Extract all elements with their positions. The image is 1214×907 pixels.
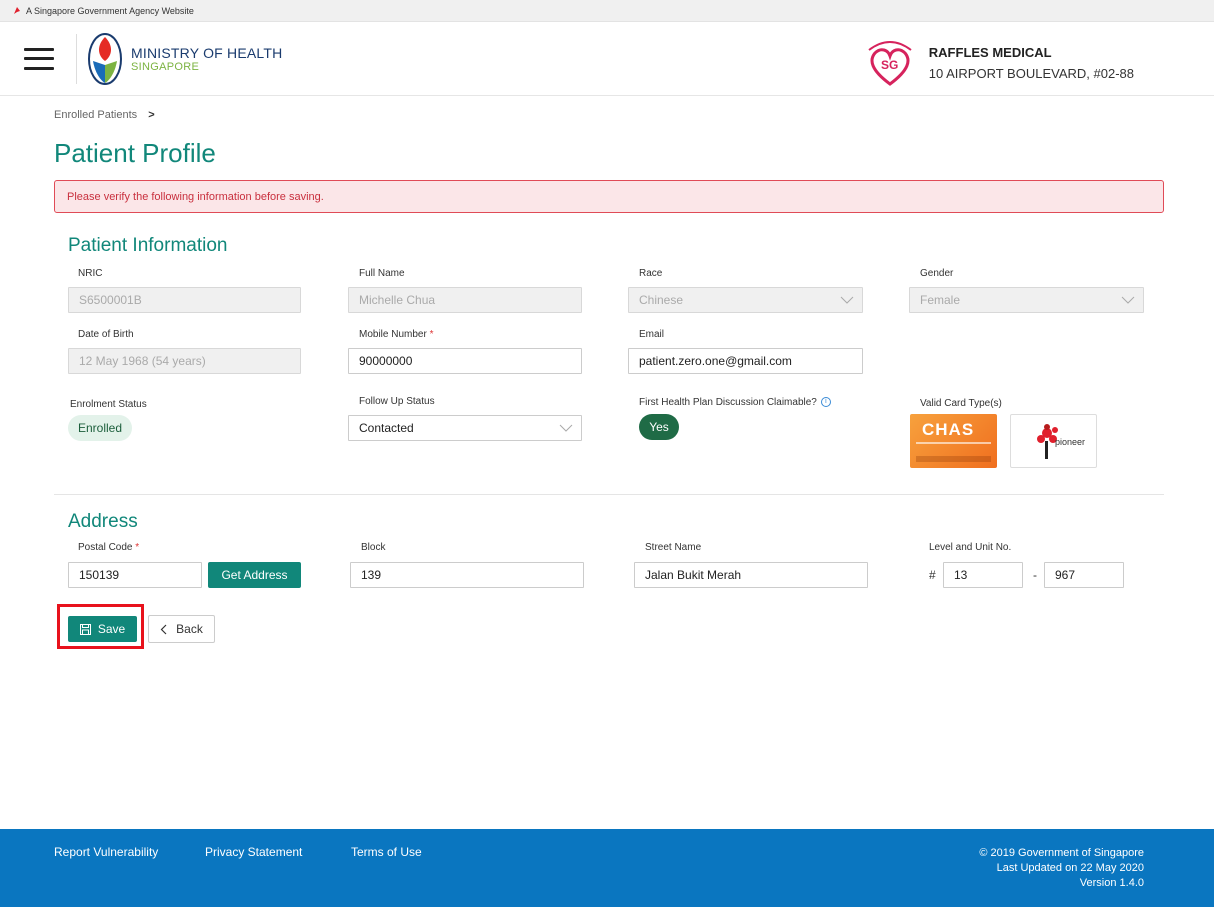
ministry-name: MINISTRY OF HEALTH — [131, 44, 283, 61]
street-input[interactable]: Jalan Bukit Merah — [634, 562, 868, 588]
masthead-text: A Singapore Government Agency Website — [26, 5, 194, 16]
dob-field: 12 May 1968 (54 years) — [68, 348, 301, 374]
info-icon[interactable]: i — [820, 397, 831, 408]
first-hpd-label: First Health Plan Discussion Claimable? i — [639, 397, 831, 408]
follow-up-select[interactable]: Contacted — [348, 415, 582, 441]
clinic-info: SG RAFFLES MEDICAL 10 AIRPORT BOULEVARD,… — [863, 38, 1134, 88]
unit-hash: # — [929, 568, 936, 582]
get-address-button[interactable]: Get Address — [208, 562, 301, 588]
pioneer-card-image: pioneer — [1010, 414, 1097, 468]
nric-field: S6500001B — [68, 287, 301, 313]
breadcrumb-separator: > — [148, 109, 155, 121]
back-button[interactable]: Back — [148, 615, 215, 643]
street-label: Street Name — [645, 542, 702, 553]
chevron-left-icon — [160, 624, 167, 634]
enrolment-status-label: Enrolment Status — [70, 399, 147, 410]
moh-wordmark: MINISTRY OF HEALTH SINGAPORE — [131, 45, 282, 73]
pioneer-tree-icon: pioneer — [1037, 424, 1085, 459]
page-title: Patient Profile — [54, 138, 216, 168]
lion-head-icon — [14, 6, 20, 14]
email-input[interactable]: patient.zero.one@gmail.com — [628, 348, 863, 374]
footer-copyright: © 2019 Government of Singapore — [979, 847, 1144, 859]
footer-link-privacy-statement[interactable]: Privacy Statement — [205, 845, 302, 859]
chevron-down-icon — [1121, 296, 1135, 304]
clinic-address: 10 AIRPORT BOULEVARD, #02-88 — [928, 66, 1134, 81]
postal-code-input[interactable]: 150139 — [68, 562, 202, 588]
patient-info-title: Patient Information — [68, 235, 228, 256]
footer-link-terms-of-use[interactable]: Terms of Use — [351, 845, 422, 859]
footer-meta: © 2019 Government of Singapore Last Upda… — [979, 846, 1144, 891]
chevron-down-icon — [840, 296, 854, 304]
block-input[interactable]: 139 — [350, 562, 584, 588]
alert-message: Please verify the following information … — [67, 190, 324, 203]
level-input[interactable]: 13 — [943, 562, 1023, 588]
section-divider — [54, 494, 1164, 495]
svg-text:SG: SG — [881, 58, 898, 72]
race-label: Race — [639, 268, 663, 279]
footer-version: Version 1.4.0 — [1079, 877, 1144, 889]
nric-label: NRIC — [78, 268, 103, 279]
enrolment-status-badge: Enrolled — [68, 415, 132, 441]
unit-input[interactable]: 967 — [1044, 562, 1124, 588]
unit-dash: - — [1033, 568, 1037, 582]
gov-masthead: A Singapore Government Agency Website — [0, 0, 1214, 22]
mobile-input[interactable]: 90000000 — [348, 348, 582, 374]
site-footer: Report Vulnerability Privacy Statement T… — [0, 829, 1214, 907]
divider — [76, 33, 77, 84]
address-title: Address — [68, 511, 138, 532]
chas-card-image: CHAS — [910, 414, 997, 468]
follow-up-label: Follow Up Status — [359, 396, 435, 407]
svg-text:pioneer: pioneer — [1055, 437, 1085, 447]
race-select: Chinese — [628, 287, 863, 313]
footer-link-report-vulnerability[interactable]: Report Vulnerability — [54, 845, 158, 859]
site-header: MINISTRY OF HEALTH SINGAPORE SG RAFFLES … — [0, 22, 1214, 96]
verification-alert: Please verify the following information … — [54, 180, 1164, 213]
breadcrumb: Enrolled Patients > — [54, 109, 155, 121]
save-highlight-box — [57, 604, 144, 649]
ministry-country: SINGAPORE — [131, 60, 200, 73]
moh-logo — [88, 32, 122, 85]
required-mark: * — [429, 329, 434, 340]
gender-label: Gender — [920, 268, 954, 279]
breadcrumb-enrolled-patients[interactable]: Enrolled Patients — [54, 109, 137, 121]
email-label: Email — [639, 329, 665, 340]
chas-card-text: CHAS — [922, 420, 975, 439]
footer-last-updated: Last Updated on 22 May 2020 — [996, 862, 1144, 874]
valid-cards-label: Valid Card Type(s) — [920, 398, 1002, 409]
gender-select: Female — [909, 287, 1144, 313]
full-name-field: Michelle Chua — [348, 287, 582, 313]
mobile-label: Mobile Number * — [359, 329, 434, 340]
postal-code-label: Postal Code * — [78, 542, 140, 553]
dob-label: Date of Birth — [78, 329, 134, 340]
healthier-sg-logo: SG — [868, 41, 912, 86]
block-label: Block — [361, 542, 386, 553]
back-button-label: Back — [176, 622, 203, 636]
menu-icon[interactable] — [24, 47, 54, 70]
required-mark: * — [135, 542, 140, 553]
full-name-label: Full Name — [359, 268, 405, 279]
clinic-name: RAFFLES MEDICAL — [928, 45, 1052, 60]
chevron-down-icon — [559, 424, 573, 432]
first-hpd-yes-badge: Yes — [639, 414, 679, 440]
unit-label: Level and Unit No. — [929, 542, 1012, 553]
